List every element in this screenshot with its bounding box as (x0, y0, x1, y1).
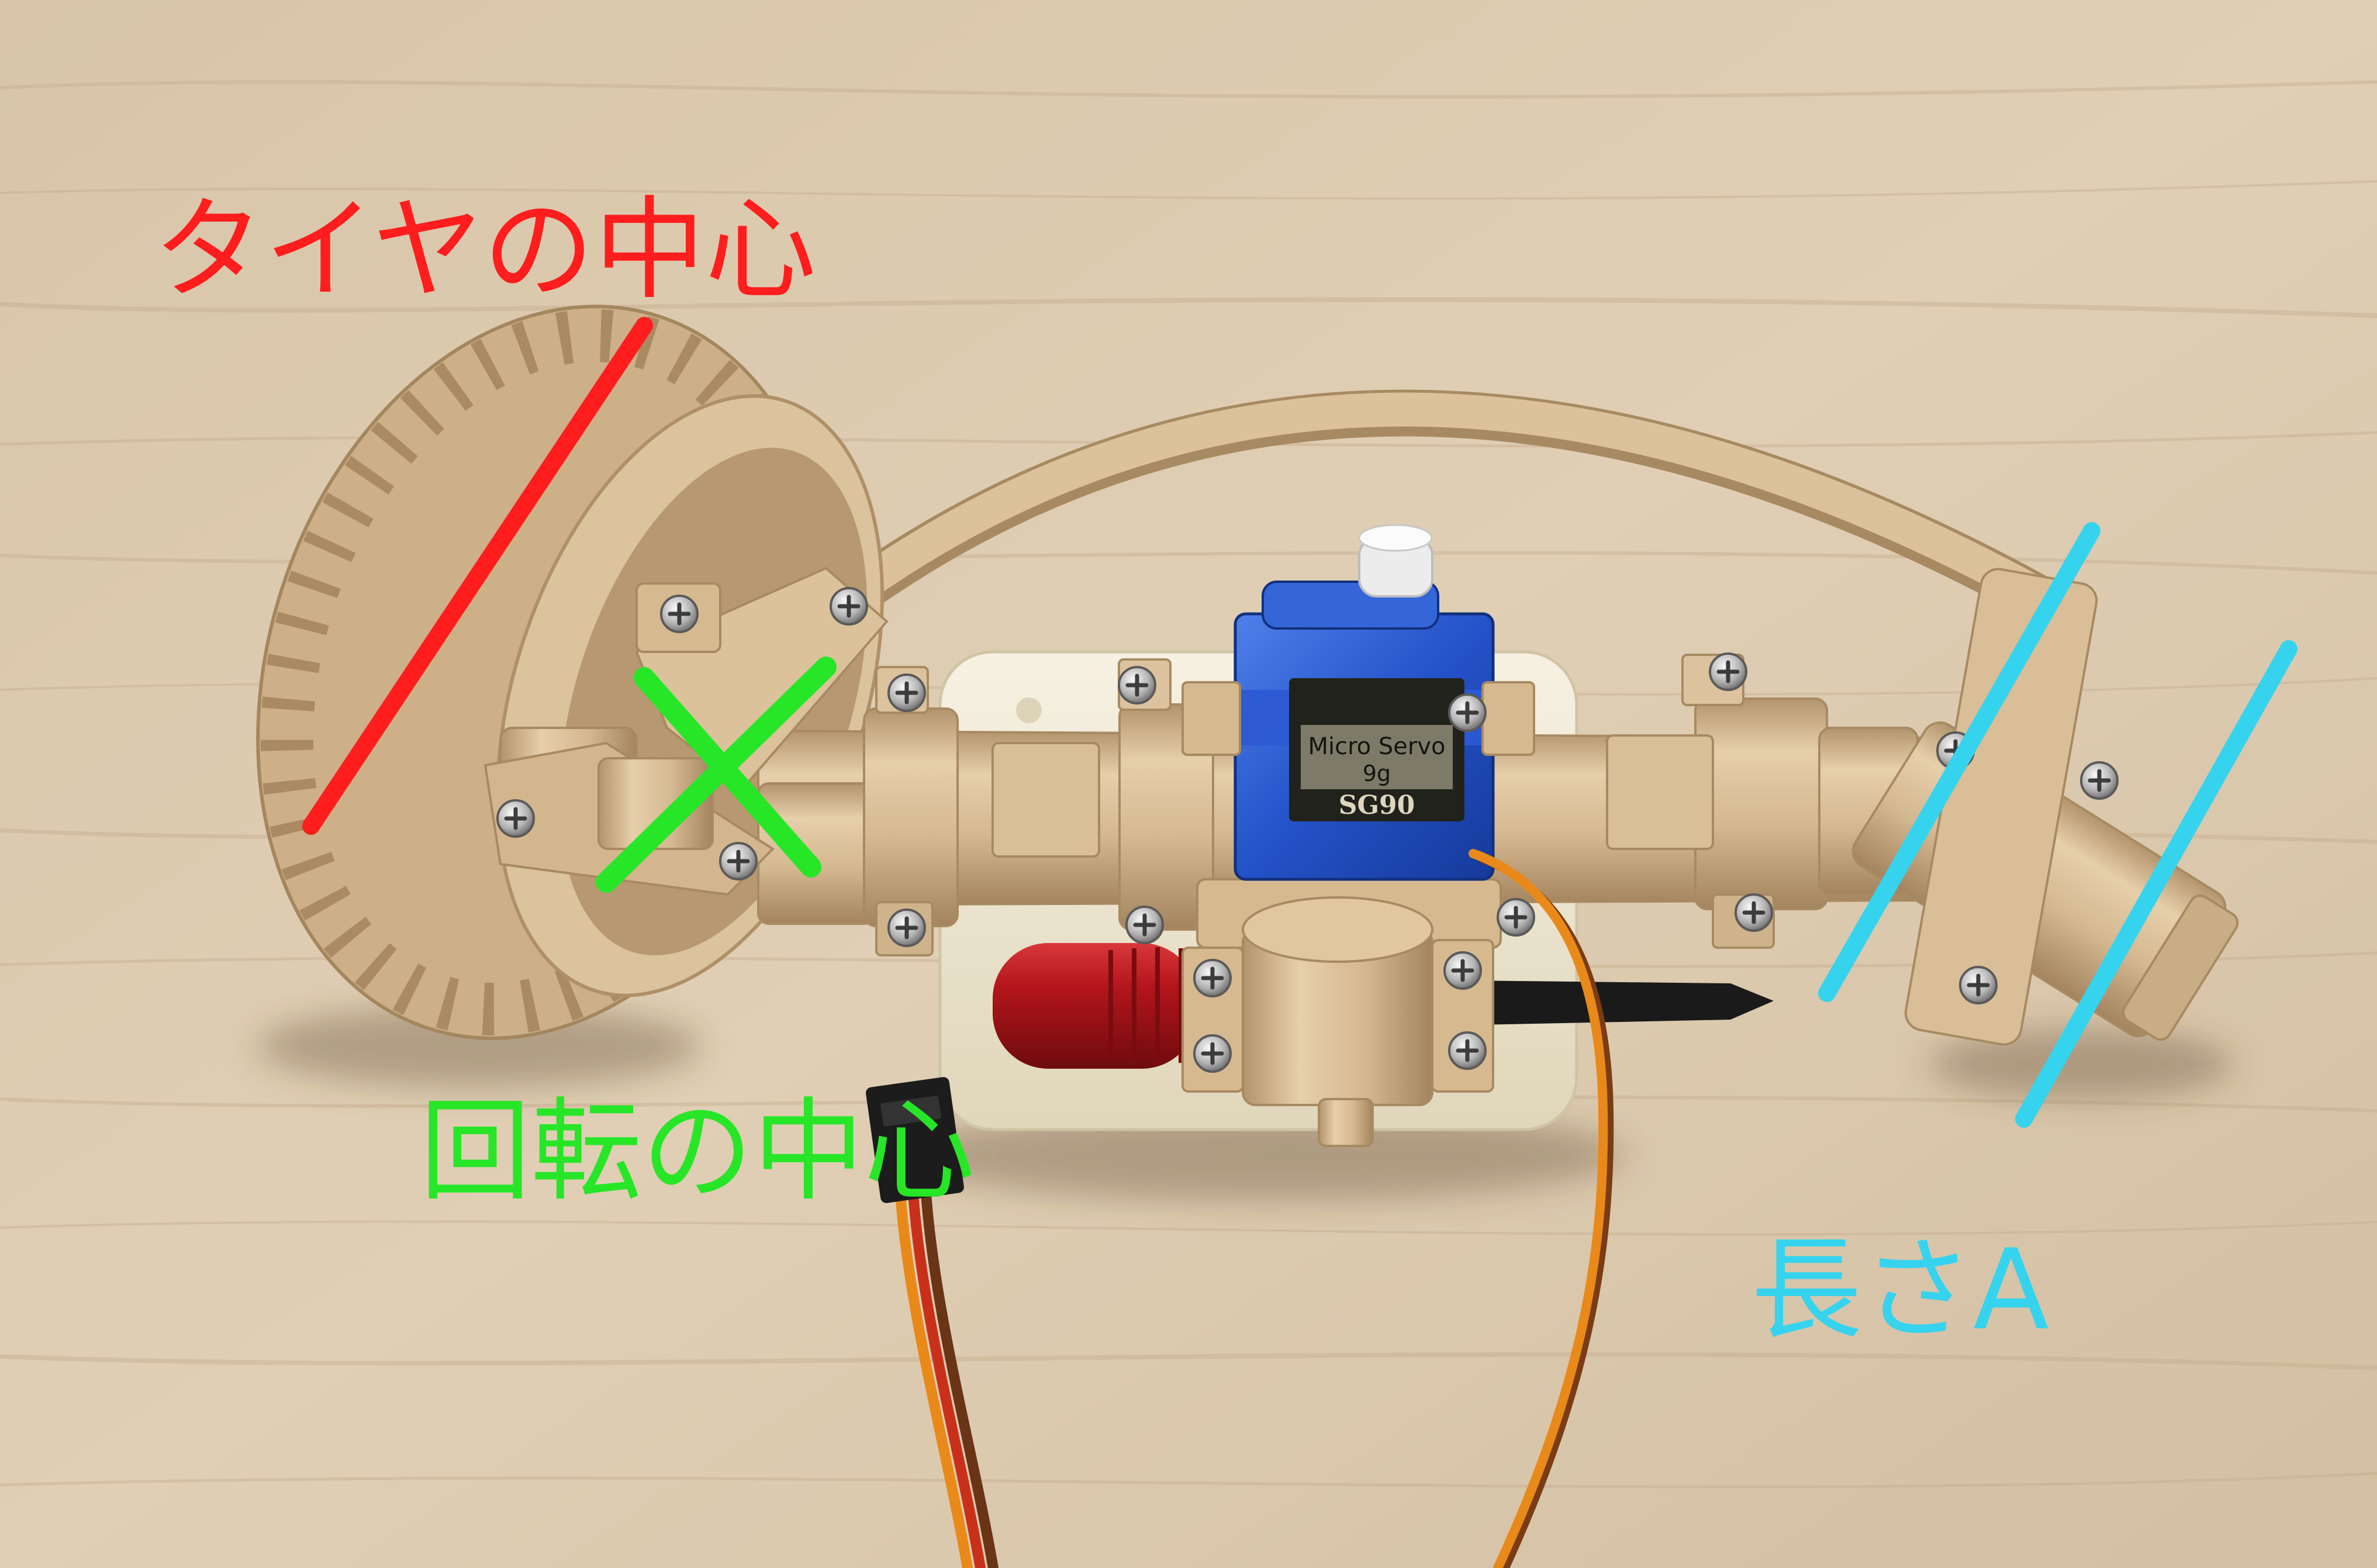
servo-label-line1: Micro Servo (1308, 733, 1446, 760)
output-knob (1318, 1098, 1374, 1147)
square-block (1606, 734, 1714, 850)
screw-head (496, 799, 535, 838)
screw-head (1193, 959, 1232, 997)
servo-label-line2: 9g (1363, 761, 1391, 786)
screw-head (2080, 761, 2119, 800)
servo-ear-block (1181, 681, 1241, 756)
collar (863, 707, 959, 927)
screw-head (719, 842, 758, 880)
screw-head (887, 674, 926, 712)
screw-head (660, 595, 699, 633)
screw-head (1709, 652, 1747, 691)
length-a-label: 長さA (1751, 1225, 2049, 1355)
annotated-mechanism-photo: Micro Servo 9g SG90 タイヤの中心 回転の中心 長さA (0, 0, 2377, 1568)
screw-head (1125, 906, 1164, 944)
screw-head (1193, 1034, 1232, 1073)
servo-ear-block (1481, 681, 1535, 756)
screw-head (1448, 1031, 1487, 1070)
screw-head (1443, 951, 1482, 990)
servo-label: Micro Servo 9g SG90 (1289, 678, 1464, 821)
screw-head (1497, 898, 1535, 937)
screw-head (887, 909, 926, 947)
collar (1694, 697, 1828, 910)
left-clamp (757, 782, 876, 925)
square-block (991, 742, 1100, 858)
servo-model: SG90 (1339, 790, 1415, 820)
rotation-center-label: 回転の中心 (420, 1087, 975, 1216)
screw-head (1448, 693, 1487, 732)
box-dot (1016, 697, 1042, 723)
screwdriver-handle (993, 943, 1197, 1069)
tire-center-label: タイヤの中心 (153, 185, 816, 315)
screw-head (830, 587, 868, 626)
screw-head (1118, 666, 1156, 704)
screw-head (1959, 966, 1998, 1004)
servo-horn (1358, 524, 1433, 598)
screw-head (1735, 893, 1773, 932)
